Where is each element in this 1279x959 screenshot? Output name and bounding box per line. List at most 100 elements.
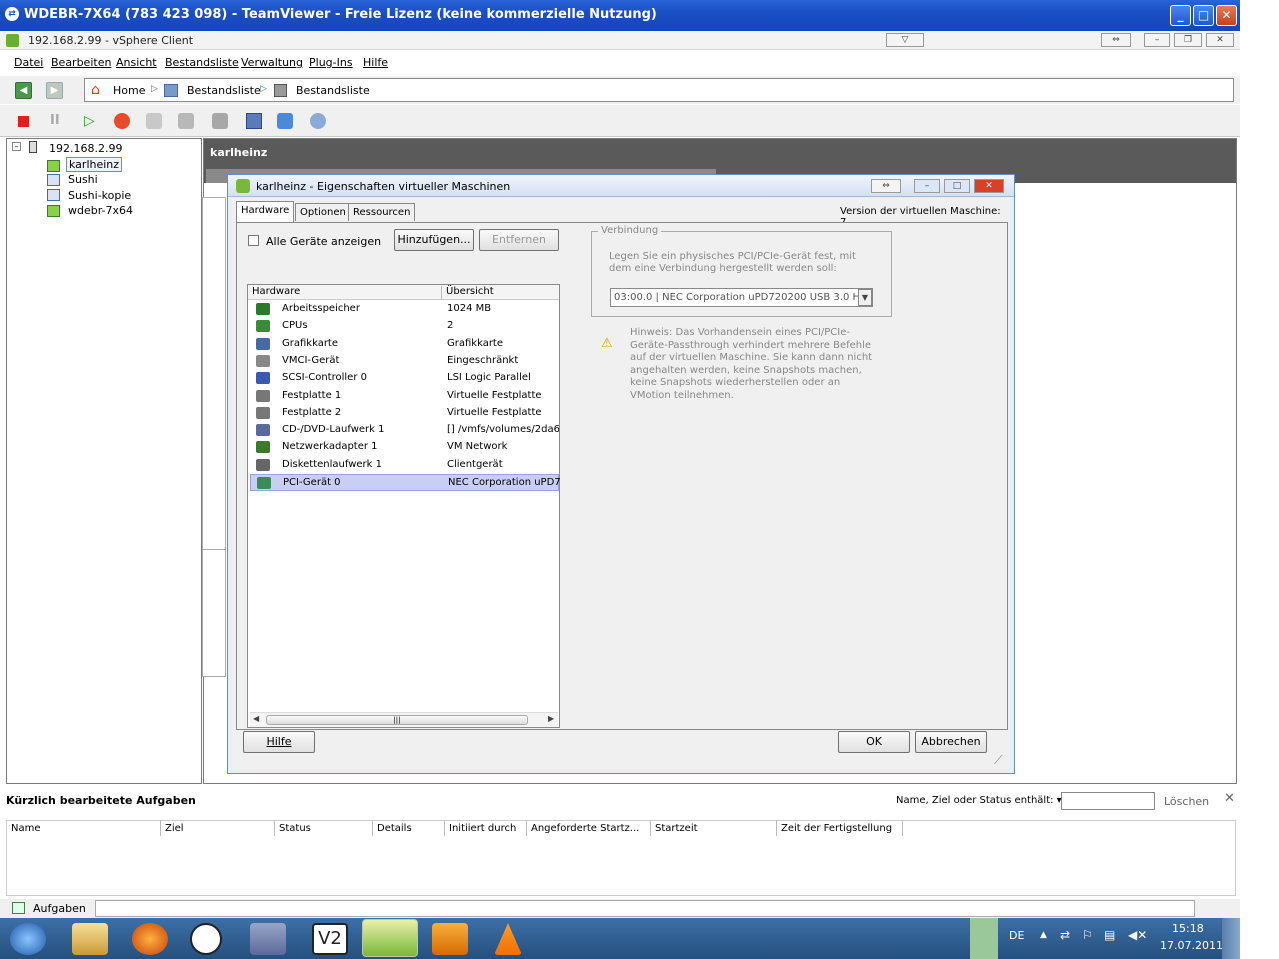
maximize-button[interactable]: □ <box>1193 5 1214 26</box>
task-col-requested-start[interactable]: Angeforderte Startz... <box>527 821 651 836</box>
firefox-icon[interactable] <box>132 923 168 955</box>
vsphere-minimize-button[interactable]: – <box>1144 33 1170 47</box>
remove-button[interactable]: Entfernen <box>479 229 559 251</box>
start-button-icon[interactable] <box>10 923 46 955</box>
clear-button[interactable]: Löschen <box>1164 795 1209 808</box>
back-arrow-icon[interactable]: ◀ <box>15 82 32 99</box>
swap-arrows-icon[interactable]: ⇔ <box>871 179 901 193</box>
task-col-status[interactable]: Status <box>275 821 373 836</box>
horizontal-scrollbar[interactable]: ◀ ||| ▶ <box>250 712 558 727</box>
tree-vm-sushi-kopie[interactable]: Sushi-kopie <box>68 189 131 202</box>
network-icon[interactable] <box>250 923 286 955</box>
hardware-row[interactable]: VMCI-Gerät Eingeschränkt <box>250 353 559 370</box>
close-button[interactable]: ✕ <box>1216 5 1237 26</box>
menu-hilfe[interactable]: Hilfe <box>363 56 388 69</box>
vsphere-taskbar-icon[interactable] <box>362 919 418 957</box>
vsphere-restore-button[interactable]: ❐ <box>1174 33 1202 47</box>
add-button[interactable]: Hinzufügen... <box>394 229 474 251</box>
task-col-ziel[interactable]: Ziel <box>161 821 275 836</box>
menu-bearbeiten[interactable]: Bearbeiten <box>51 56 111 69</box>
hardware-row[interactable]: Grafikkarte Grafikkarte <box>250 336 559 353</box>
dialog-minimize-button[interactable]: – <box>914 179 940 193</box>
vlc-icon[interactable] <box>494 923 522 955</box>
hardware-row[interactable]: CPUs 2 <box>250 318 559 335</box>
help-button[interactable]: Hilfe <box>243 731 315 753</box>
snapshot-icon[interactable] <box>146 113 162 129</box>
office-icon[interactable] <box>432 923 468 955</box>
tree-vm-karlheinz[interactable]: karlheinz <box>66 157 123 172</box>
scroll-thumb[interactable]: ||| <box>266 715 528 725</box>
clock-date[interactable]: 17.07.2011 <box>1160 939 1223 952</box>
minimize-button[interactable]: _ <box>1170 5 1191 26</box>
task-col-start[interactable]: Startzeit <box>651 821 777 836</box>
flag-icon[interactable]: ⚐ <box>1082 928 1093 942</box>
explorer-icon[interactable] <box>72 923 108 955</box>
tasks-tab[interactable]: Aufgaben <box>33 902 86 915</box>
dialog-maximize-button[interactable]: □ <box>944 179 970 193</box>
volume-muted-icon[interactable]: ◀✕ <box>1128 928 1147 942</box>
menu-verwaltung[interactable]: Verwaltung <box>241 56 303 69</box>
hardware-row[interactable]: Arbeitsspeicher 1024 MB <box>250 301 559 318</box>
tasks-filter-input[interactable] <box>1061 792 1155 810</box>
close-icon[interactable]: ✕ <box>1224 791 1235 806</box>
teamviewer-tray-icon[interactable]: ⇄ <box>1060 928 1070 942</box>
dialog-close-button[interactable]: ✕ <box>974 179 1004 193</box>
tab-optionen[interactable]: Optionen <box>295 203 351 221</box>
tab-ressourcen[interactable]: Ressourcen <box>348 203 416 221</box>
column-summary[interactable]: Übersicht <box>441 286 494 300</box>
hardware-row[interactable]: Festplatte 1 Virtuelle Festplatte <box>250 388 559 405</box>
play-icon[interactable]: ▷ <box>84 113 100 129</box>
tree-host[interactable]: 192.168.2.99 <box>49 142 122 155</box>
console-icon[interactable] <box>246 113 262 129</box>
vnc-icon[interactable]: V2 <box>312 923 348 955</box>
snapshot-manager-icon[interactable] <box>212 113 228 129</box>
clock-time[interactable]: 15:18 <box>1172 922 1204 935</box>
edit-settings-icon[interactable] <box>277 113 293 129</box>
breadcrumb-bestandsliste-2[interactable]: Bestandsliste <box>296 84 370 97</box>
menu-datei[interactable]: Datei <box>14 56 43 69</box>
menu-ansicht[interactable]: Ansicht <box>116 56 157 69</box>
cancel-button[interactable]: Abbrechen <box>915 731 987 753</box>
task-col-initiated[interactable]: Initiiert durch <box>445 821 527 836</box>
hardware-row[interactable]: Festplatte 2 Virtuelle Festplatte <box>250 405 559 422</box>
show-desktop-button[interactable] <box>1222 918 1240 959</box>
hardware-row[interactable]: Diskettenlaufwerk 1 Clientgerät <box>250 457 559 474</box>
keepass-icon[interactable] <box>190 923 222 955</box>
resize-grip-icon[interactable]: ⟋ <box>994 753 1002 768</box>
tasks-filter-label[interactable]: Name, Ziel oder Status enthält: ▾ <box>896 795 1062 806</box>
scroll-left-icon[interactable]: ◀ <box>253 714 259 723</box>
scroll-right-icon[interactable]: ▶ <box>548 714 554 723</box>
chevron-down-icon[interactable]: ▼ <box>858 289 872 306</box>
menu-plugins[interactable]: Plug-Ins <box>309 56 353 69</box>
teamviewer-panel-toggle-icon[interactable]: ▽ <box>886 33 924 47</box>
hardware-row[interactable]: CD-/DVD-Laufwerk 1 [] /vmfs/volumes/2da6 <box>250 422 559 439</box>
reset-icon[interactable] <box>114 113 130 129</box>
ok-button[interactable]: OK <box>838 731 910 753</box>
tree-vm-wdebr[interactable]: wdebr-7x64 <box>68 204 133 217</box>
tree-vm-sushi[interactable]: Sushi <box>68 173 98 186</box>
tab-hardware[interactable]: Hardware <box>236 201 295 222</box>
task-col-details[interactable]: Details <box>373 821 445 836</box>
device-select[interactable]: 03:00.0 | NEC Corporation uPD720200 USB … <box>610 288 873 307</box>
chevron-up-icon[interactable]: ▲ <box>1040 930 1047 940</box>
migrate-icon[interactable] <box>310 113 326 129</box>
breadcrumb-bestandsliste-1[interactable]: Bestandsliste <box>187 84 261 97</box>
language-indicator[interactable]: DE <box>1009 929 1024 942</box>
hardware-row[interactable]: SCSI-Controller 0 LSI Logic Parallel <box>250 370 559 387</box>
show-all-devices-checkbox[interactable] <box>248 235 259 246</box>
revert-snapshot-icon[interactable] <box>178 113 194 129</box>
pause-icon[interactable]: II <box>50 113 66 129</box>
swap-arrows-icon[interactable]: ⇔ <box>1101 33 1131 47</box>
hardware-row[interactable]: PCI-Gerät 0 NEC Corporation uPD7 <box>250 474 560 491</box>
task-col-name[interactable]: Name <box>7 821 161 836</box>
hardware-row[interactable]: Netzwerkadapter 1 VM Network <box>250 439 559 456</box>
forward-arrow-icon[interactable]: ▶ <box>46 82 63 99</box>
vsphere-close-button[interactable]: ✕ <box>1206 33 1234 47</box>
breadcrumb-home[interactable]: Home <box>113 84 145 97</box>
stop-icon[interactable] <box>18 116 29 127</box>
column-hardware[interactable]: Hardware <box>252 286 300 297</box>
network-tray-icon[interactable]: ▤ <box>1104 928 1115 942</box>
collapse-toggle-icon[interactable]: – <box>12 142 21 151</box>
menu-bestandsliste[interactable]: Bestandsliste <box>165 56 239 69</box>
task-col-completion[interactable]: Zeit der Fertigstellung <box>777 821 903 836</box>
